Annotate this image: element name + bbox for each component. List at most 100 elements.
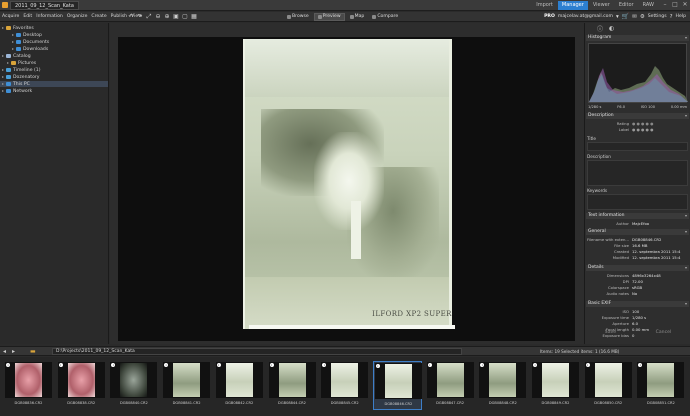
thumbnail-photo <box>15 363 42 397</box>
info-icon[interactable]: i <box>427 363 432 367</box>
view-browse[interactable]: Browse <box>284 13 312 21</box>
info-icon[interactable]: i <box>533 363 537 367</box>
tree-item[interactable]: ▸ Dozenatory <box>0 74 108 80</box>
tab-manager[interactable]: Manager <box>557 1 588 10</box>
preview-image[interactable] <box>243 39 455 329</box>
info-icon[interactable]: i <box>6 363 10 367</box>
tab-import[interactable]: Import <box>532 1 557 10</box>
title-field[interactable] <box>587 142 688 151</box>
details-key: DPI <box>622 279 629 284</box>
section-description[interactable]: Description ▾ <box>586 113 689 119</box>
tree-item[interactable]: ▸ Catalog <box>0 53 108 59</box>
rotate-right-icon[interactable]: ↷ <box>137 14 143 20</box>
tree-item-label: Favorites <box>13 26 34 31</box>
info-icon[interactable]: i <box>58 363 63 367</box>
path-field[interactable]: D:\Projects\2011_09_12_Scan_Kata <box>52 348 462 355</box>
info-icon[interactable]: i <box>585 363 590 367</box>
section-details[interactable]: Details ▾ <box>586 265 689 271</box>
tree-item[interactable]: ▸ Favorites <box>0 25 108 31</box>
tree-item[interactable]: ▸ This PC <box>0 81 108 87</box>
thumbnail[interactable]: i DGB08845.CR2 <box>320 361 369 410</box>
menu-organize[interactable]: Organize <box>67 12 88 22</box>
thumbnail[interactable]: i DGB08849.CR2 <box>531 361 580 410</box>
menu-publish[interactable]: Publish <box>111 12 127 22</box>
section-text-information[interactable]: Text information ▾ <box>586 213 689 219</box>
minimize-icon[interactable]: – <box>662 1 668 9</box>
thumbnail-photo <box>594 363 622 397</box>
menu-information[interactable]: Information <box>36 12 63 22</box>
tree-item-label: Documents <box>23 40 50 45</box>
adjust-icon[interactable]: ◐ <box>609 25 614 32</box>
cart-icon[interactable]: 🛒 <box>622 13 629 21</box>
menu-create[interactable]: Create <box>91 12 106 22</box>
tab-viewer[interactable]: Viewer <box>589 1 614 10</box>
menu-acquire[interactable]: Acquire <box>2 12 19 22</box>
thumbnail[interactable]: i DGB08844.CR2 <box>268 361 317 410</box>
help-link[interactable]: Help <box>676 13 686 21</box>
color-labels[interactable]: ● ● ● ● ● <box>632 127 653 132</box>
info-icon[interactable]: i <box>269 363 274 367</box>
keywords-field[interactable] <box>587 194 688 210</box>
tree-item[interactable]: ▸ Desktop <box>0 32 108 38</box>
thumbnail[interactable]: i DGB08841.CR2 <box>162 361 211 410</box>
tree-item[interactable]: ▸ Pictures <box>0 60 108 66</box>
rotate-left-icon[interactable]: ↶ <box>128 14 134 20</box>
help-icon[interactable]: ? <box>670 13 673 21</box>
thumbnail[interactable]: i DGB08848.CR2 <box>478 361 527 410</box>
thumbnail[interactable]: i DGB08850.CR2 <box>584 361 633 410</box>
save-button[interactable]: Save <box>605 328 616 338</box>
description-field[interactable] <box>587 160 688 186</box>
actual-size-icon[interactable]: ▣ <box>173 14 179 20</box>
gear-icon[interactable]: ⚙ <box>640 13 645 21</box>
label-row[interactable]: Label ● ● ● ● ● <box>586 127 689 132</box>
cancel-button[interactable]: Cancel <box>656 328 672 338</box>
tab-raw[interactable]: RAW <box>639 1 658 10</box>
image-highlight <box>314 131 384 231</box>
close-icon[interactable]: ✕ <box>682 1 688 9</box>
view-preview[interactable]: Preview <box>313 13 345 21</box>
view-compare[interactable]: Compare <box>369 13 401 21</box>
section-general[interactable]: General ▾ <box>586 229 689 235</box>
section-title: General <box>588 229 606 234</box>
thumbnail[interactable]: i DGB08840.CR2 <box>109 361 158 410</box>
thumbnail[interactable]: i DGB08842.CR2 <box>215 361 264 410</box>
chat-icon[interactable]: ✉ <box>632 13 637 21</box>
menu-edit[interactable]: Edit <box>23 12 32 22</box>
thumbnail[interactable]: i DGB08847.CR2 <box>426 361 475 410</box>
folder-icon[interactable]: ▬ <box>30 348 36 355</box>
film-edge <box>249 325 455 329</box>
tree-item[interactable]: ▸ Downloads <box>0 46 108 52</box>
settings-link[interactable]: Settings <box>648 13 667 21</box>
rating-stars[interactable]: ● ● ● ● ● <box>632 121 653 126</box>
thumbnail[interactable]: i DGB08846.CR2 <box>372 361 422 410</box>
tree-item[interactable]: ▸ Timeline (1) <box>0 67 108 73</box>
author-value[interactable]: MajcEfoo <box>632 221 649 226</box>
thumbnail[interactable]: i DGB08836.CR2 <box>4 361 53 410</box>
fullscreen-icon[interactable]: ▢ <box>182 14 188 20</box>
forward-icon[interactable]: ▸ <box>12 348 15 355</box>
fit-icon[interactable]: ⤢ <box>146 14 152 20</box>
section-basic-exif[interactable]: Basic EXIF ▾ <box>586 301 689 307</box>
info-icon[interactable]: ⓘ <box>597 24 603 33</box>
thumbnail[interactable]: i DGB08851.CR2 <box>636 361 685 410</box>
dropdown-icon[interactable]: ▾ <box>616 13 619 21</box>
account-email[interactable]: majcelav.at@gmail.com <box>558 13 613 21</box>
tree-item[interactable]: ▸ Network <box>0 88 108 94</box>
view-map[interactable]: Map <box>347 13 368 21</box>
document-tab[interactable]: 2011_09_12_Scan_Kata <box>10 1 79 10</box>
info-icon[interactable]: i <box>375 364 380 368</box>
maximize-icon[interactable]: □ <box>672 1 678 9</box>
grid-icon[interactable]: ▦ <box>191 14 197 20</box>
histogram-exif-summary: 1/280 s F6.0 ISO 100 0.00 mm <box>588 105 687 109</box>
thumbnail[interactable]: i DGB08838.CR2 <box>57 361 106 410</box>
rating-row[interactable]: Rating ● ● ● ● ● <box>586 121 689 126</box>
info-icon[interactable]: i <box>216 363 221 367</box>
general-row: Modified 12. septembra 2011 15:4 <box>586 255 689 260</box>
tree-item[interactable]: ▸ Documents <box>0 39 108 45</box>
back-icon[interactable]: ◂ <box>3 348 6 355</box>
zoom-out-icon[interactable]: ⊖ <box>155 14 161 20</box>
section-histogram[interactable]: Histogram ▾ <box>586 35 689 41</box>
tab-editor[interactable]: Editor <box>615 1 638 10</box>
pro-badge: PRO <box>544 14 555 19</box>
zoom-in-icon[interactable]: ⊕ <box>164 14 170 20</box>
